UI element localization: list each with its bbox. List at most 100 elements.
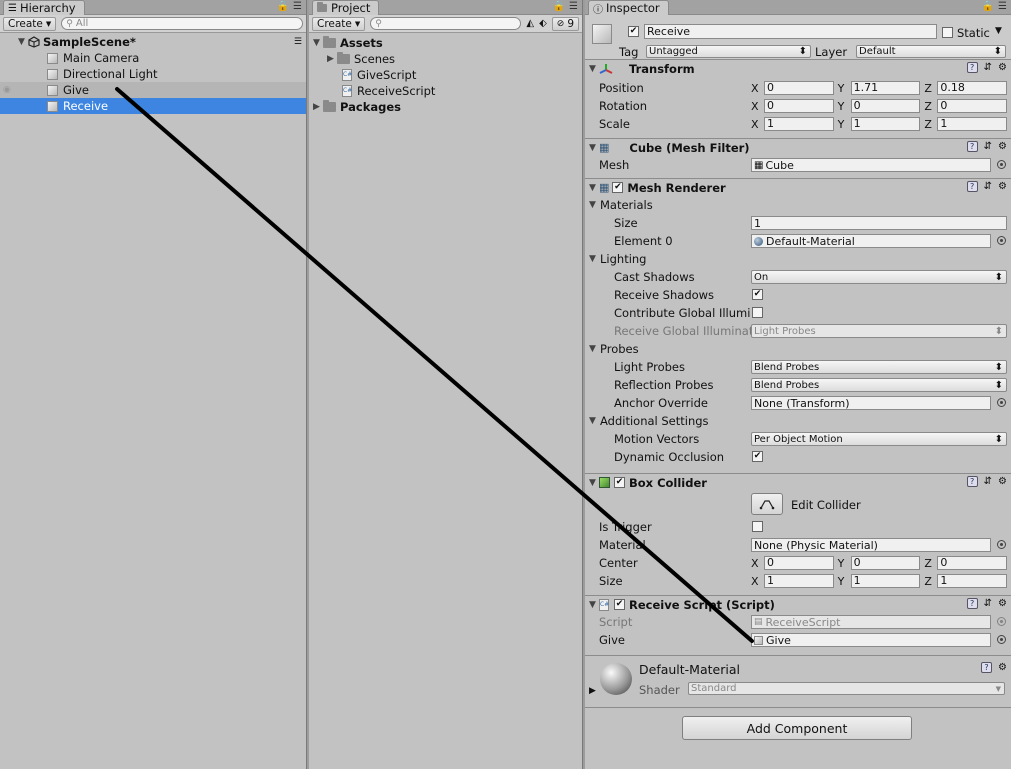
tab-menu-icon[interactable]: ☰ xyxy=(569,1,578,12)
shader-dropdown[interactable]: Standard ▼ xyxy=(688,682,1005,695)
size-x-field[interactable]: 1 xyxy=(764,574,834,588)
tab-project[interactable]: Project xyxy=(312,0,380,15)
filter-type-icon[interactable]: ◭ xyxy=(526,18,534,29)
materials-foldout[interactable]: ▼ Materials xyxy=(585,196,1011,214)
element0-field[interactable]: Default-Material xyxy=(751,234,991,248)
tree-item-scenes[interactable]: ▶ Scenes xyxy=(309,51,582,67)
scale-y-field[interactable]: 1 xyxy=(850,117,921,131)
rotation-z-field[interactable]: 0 xyxy=(937,99,1008,113)
mesh-filter-header[interactable]: ▼ ▦ Cube (Mesh Filter) ? ⇵ ⚙ xyxy=(585,138,1011,156)
receive-script-header[interactable]: ▼ C# ✔ Receive Script (Script) ? ⇵ ⚙ xyxy=(585,595,1011,613)
tree-item-assets[interactable]: ▼ Assets xyxy=(309,35,582,51)
help-icon[interactable]: ? xyxy=(966,598,978,609)
gear-icon[interactable]: ⚙ xyxy=(998,476,1007,487)
motion-vectors-dropdown[interactable]: Per Object Motion ⬍ xyxy=(751,432,1007,446)
preset-icon[interactable]: ⇵ xyxy=(984,141,992,152)
object-name-field[interactable]: Receive xyxy=(644,24,937,39)
transform-header[interactable]: ▼ Transform ? ⇵ ⚙ xyxy=(585,60,1011,78)
cast-shadows-dropdown[interactable]: On ⬍ xyxy=(751,270,1007,284)
size-z-field[interactable]: 1 xyxy=(937,574,1008,588)
rotation-x-field[interactable]: 0 xyxy=(764,99,834,113)
static-checkbox[interactable] xyxy=(942,27,953,38)
lighting-foldout[interactable]: ▼ Lighting xyxy=(585,250,1011,268)
hierarchy-search-input[interactable]: ⚲ All xyxy=(61,17,303,30)
scale-z-field[interactable]: 1 xyxy=(937,117,1008,131)
eye-icon[interactable]: ◉ xyxy=(3,85,11,95)
object-picker-icon[interactable] xyxy=(997,540,1006,549)
list-item[interactable]: Directional Light xyxy=(0,66,306,82)
tab-inspector[interactable]: ⓘ Inspector xyxy=(588,0,669,16)
object-picker-icon[interactable] xyxy=(997,236,1006,245)
gear-icon[interactable]: ⚙ xyxy=(998,662,1007,673)
position-y-field[interactable]: 1.71 xyxy=(850,81,921,95)
help-icon[interactable]: ? xyxy=(966,476,978,487)
hidden-packages-toggle[interactable]: ⊘ 9 xyxy=(551,16,579,31)
edit-collider-button[interactable] xyxy=(751,493,783,515)
object-picker-icon[interactable] xyxy=(997,398,1006,407)
preset-icon[interactable]: ⇵ xyxy=(984,476,992,487)
physic-material-field[interactable]: None (Physic Material) xyxy=(751,538,991,552)
dynamic-occlusion-checkbox[interactable]: ✔ xyxy=(752,451,763,462)
additional-settings-foldout[interactable]: ▼ Additional Settings xyxy=(585,412,1011,430)
size-y-field[interactable]: 1 xyxy=(850,574,921,588)
reflection-probes-dropdown[interactable]: Blend Probes ⬍ xyxy=(751,378,1007,392)
tag-dropdown[interactable]: Untagged ⬍ xyxy=(646,45,811,58)
tree-item-packages[interactable]: ▶ Packages xyxy=(309,99,582,115)
help-icon[interactable]: ? xyxy=(966,62,978,73)
layer-dropdown[interactable]: Default ⬍ xyxy=(856,45,1006,58)
mesh-renderer-enabled-checkbox[interactable]: ✔ xyxy=(612,182,624,193)
probes-foldout[interactable]: ▼ Probes xyxy=(585,340,1011,358)
list-item[interactable]: ◉ Give xyxy=(0,82,306,98)
help-icon[interactable]: ? xyxy=(981,662,993,673)
help-icon[interactable]: ? xyxy=(966,141,978,152)
is-trigger-checkbox[interactable] xyxy=(752,521,763,532)
object-picker-icon[interactable] xyxy=(997,635,1006,644)
static-dropdown-icon[interactable]: ▼ xyxy=(995,26,1002,36)
give-field[interactable]: Give xyxy=(751,633,991,647)
create-button[interactable]: Create ▼ xyxy=(312,16,366,31)
receive-shadows-checkbox[interactable]: ✔ xyxy=(752,289,763,300)
position-z-field[interactable]: 0.18 xyxy=(937,81,1008,95)
lock-icon[interactable]: 🔒 xyxy=(553,1,565,12)
scene-row[interactable]: ▼ SampleScene* ☰ xyxy=(0,34,306,50)
create-button[interactable]: Create ▼ xyxy=(3,16,57,31)
mesh-field[interactable]: ▦ Cube xyxy=(751,158,991,172)
center-y-field[interactable]: 0 xyxy=(850,556,921,570)
tab-menu-icon[interactable]: ☰ xyxy=(293,1,302,12)
contribute-gi-checkbox[interactable] xyxy=(752,307,763,318)
fold-closed-icon[interactable]: ▶ xyxy=(589,686,596,696)
tree-item-givescript[interactable]: C# GiveScript xyxy=(309,67,582,83)
preset-icon[interactable]: ⇵ xyxy=(984,62,992,73)
list-item-selected[interactable]: Receive xyxy=(0,98,306,114)
materials-size-field[interactable]: 1 xyxy=(751,216,1007,230)
tab-menu-icon[interactable]: ☰ xyxy=(998,1,1007,12)
anchor-override-field[interactable]: None (Transform) xyxy=(751,396,991,410)
gear-icon[interactable]: ⚙ xyxy=(998,181,1007,192)
filter-label-icon[interactable]: ⬖ xyxy=(539,18,547,29)
preset-icon[interactable]: ⇵ xyxy=(984,598,992,609)
object-picker-icon[interactable] xyxy=(997,160,1006,169)
box-collider-enabled-checkbox[interactable]: ✔ xyxy=(614,477,625,488)
active-checkbox[interactable]: ✔ xyxy=(628,26,639,37)
center-z-field[interactable]: 0 xyxy=(937,556,1008,570)
add-component-button[interactable]: Add Component xyxy=(682,716,912,740)
rotation-y-field[interactable]: 0 xyxy=(850,99,921,113)
receive-script-enabled-checkbox[interactable]: ✔ xyxy=(614,599,625,610)
light-probes-dropdown[interactable]: Blend Probes ⬍ xyxy=(751,360,1007,374)
gear-icon[interactable]: ⚙ xyxy=(998,62,1007,73)
scene-menu-icon[interactable]: ☰ xyxy=(294,37,302,47)
center-x-field[interactable]: 0 xyxy=(764,556,834,570)
gear-icon[interactable]: ⚙ xyxy=(998,141,1007,152)
gear-icon[interactable]: ⚙ xyxy=(998,598,1007,609)
project-search-input[interactable]: ⚲ xyxy=(370,17,522,30)
mesh-renderer-header[interactable]: ▼ ▦ ✔ Mesh Renderer ? ⇵ ⚙ xyxy=(585,178,1011,196)
position-x-field[interactable]: 0 xyxy=(764,81,834,95)
tab-hierarchy[interactable]: ☰ Hierarchy xyxy=(3,0,85,15)
lock-icon[interactable]: 🔒 xyxy=(277,1,289,12)
preset-icon[interactable]: ⇵ xyxy=(984,181,992,192)
help-icon[interactable]: ? xyxy=(966,181,978,192)
box-collider-header[interactable]: ▼ ✔ Box Collider ? ⇵ ⚙ xyxy=(585,473,1011,491)
lock-icon[interactable]: 🔒 xyxy=(982,1,994,12)
list-item[interactable]: Main Camera xyxy=(0,50,306,66)
scale-x-field[interactable]: 1 xyxy=(764,117,834,131)
